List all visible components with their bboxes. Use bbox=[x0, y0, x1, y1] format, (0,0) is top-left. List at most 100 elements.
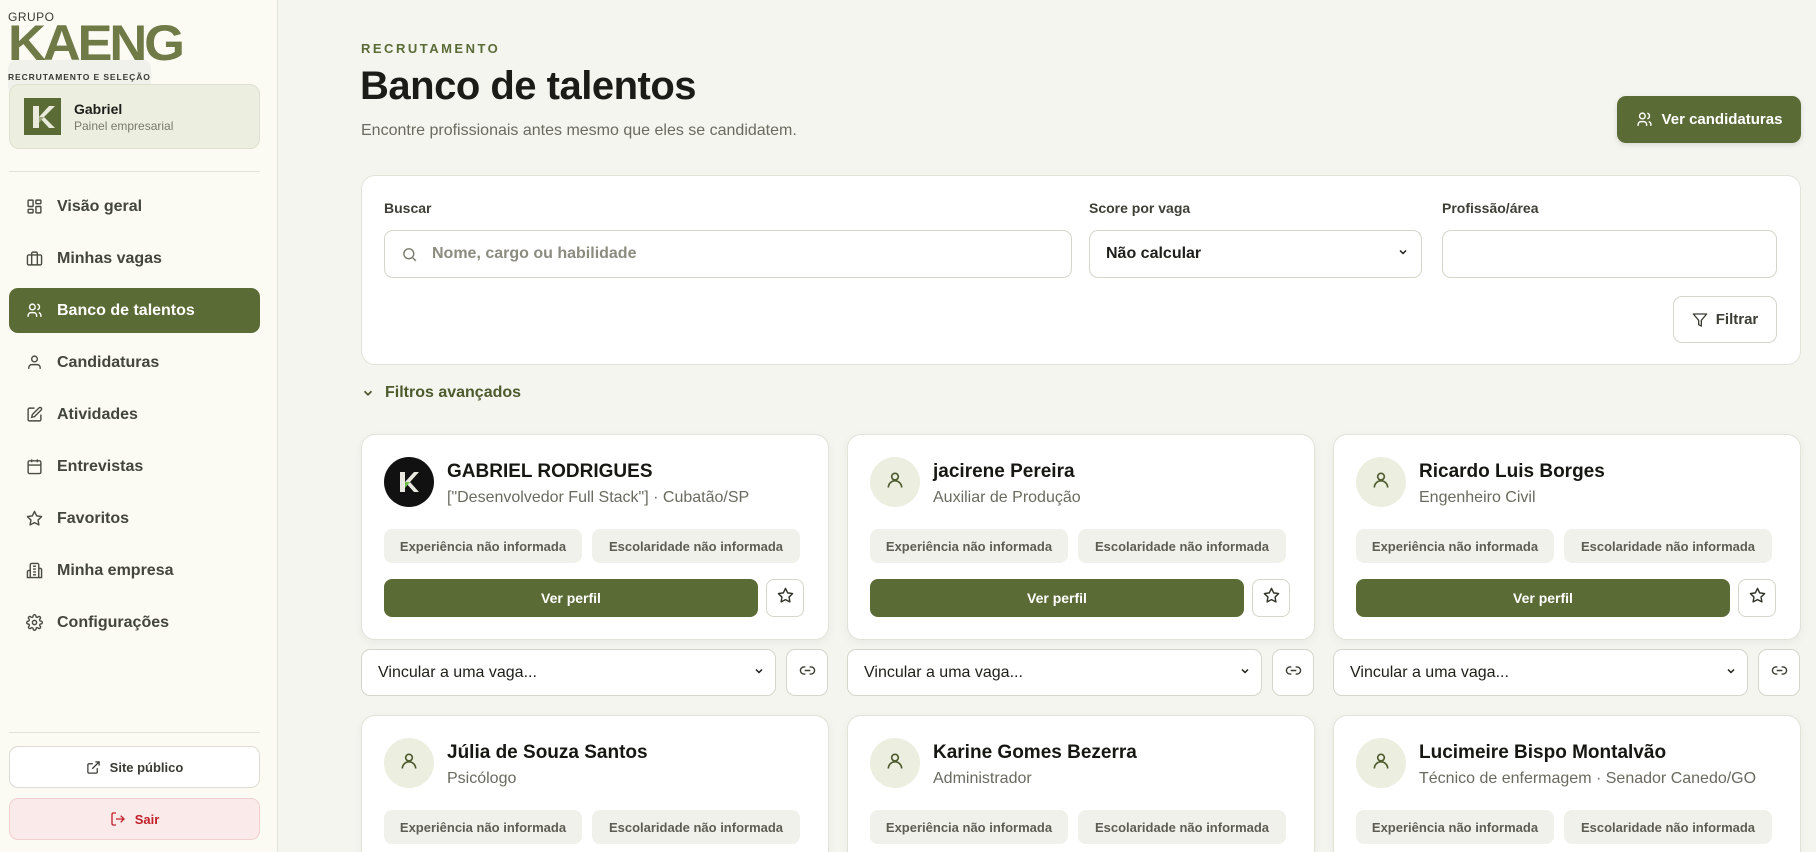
link-job-select[interactable]: Vincular a uma vaga... bbox=[1333, 649, 1748, 696]
experience-badge: Experiência não informada bbox=[1356, 810, 1554, 844]
public-site-button[interactable]: Site público bbox=[9, 746, 260, 788]
link-icon bbox=[1771, 662, 1788, 684]
link-job-button[interactable] bbox=[1272, 649, 1314, 696]
public-site-label: Site público bbox=[109, 759, 184, 775]
chevron-down-icon bbox=[753, 664, 765, 682]
candidate-name[interactable]: Ricardo Luis Borges bbox=[1419, 461, 1605, 483]
user-icon bbox=[399, 751, 419, 776]
view-profile-button[interactable]: Ver perfil bbox=[1356, 579, 1730, 617]
chevron-down-icon bbox=[1725, 664, 1737, 682]
score-select[interactable]: Não calcular bbox=[1089, 230, 1422, 278]
candidate-name[interactable]: GABRIEL RODRIGUES bbox=[447, 461, 653, 483]
company-avatar bbox=[24, 98, 61, 135]
candidate-name[interactable]: Júlia de Souza Santos bbox=[447, 742, 648, 764]
calendar-icon bbox=[25, 458, 43, 476]
sidebar-item-label: Atividades bbox=[57, 405, 138, 423]
candidate-avatar[interactable] bbox=[870, 457, 920, 507]
score-select-value: Não calcular bbox=[1106, 245, 1202, 262]
education-badge: Escolaridade não informada bbox=[1078, 810, 1286, 844]
user-card[interactable]: Gabriel Painel empresarial bbox=[9, 84, 260, 149]
candidate-avatar[interactable] bbox=[1356, 457, 1406, 507]
search-icon bbox=[401, 246, 418, 263]
sidebar-item-label: Configurações bbox=[57, 613, 170, 631]
link-job-select-value: Vincular a uma vaga... bbox=[864, 663, 1023, 681]
logout-icon bbox=[110, 811, 126, 827]
area-input[interactable] bbox=[1442, 230, 1777, 278]
chevron-down-icon bbox=[361, 386, 375, 400]
user-icon bbox=[25, 354, 43, 372]
candidate-avatar[interactable] bbox=[384, 457, 434, 507]
building-icon bbox=[25, 562, 43, 580]
link-job-select[interactable]: Vincular a uma vaga... bbox=[361, 649, 776, 696]
sidebar-item-label: Favoritos bbox=[57, 509, 130, 527]
filter-button[interactable]: Filtrar bbox=[1673, 296, 1777, 343]
candidate-name[interactable]: Karine Gomes Bezerra bbox=[933, 742, 1137, 764]
education-badge: Escolaridade não informada bbox=[592, 810, 800, 844]
logout-button[interactable]: Sair bbox=[9, 798, 260, 840]
candidate-card: Júlia de Souza Santos Psicólogo Experiên… bbox=[361, 715, 829, 852]
sidebar-item-atividades[interactable]: Atividades bbox=[9, 392, 260, 437]
candidate-name[interactable]: Lucimeire Bispo Montalvão bbox=[1419, 742, 1666, 764]
sidebar-item-label: Entrevistas bbox=[57, 457, 144, 475]
view-profile-button[interactable]: Ver perfil bbox=[870, 579, 1244, 617]
advanced-filters-toggle[interactable]: Filtros avançados bbox=[361, 384, 521, 402]
search-input[interactable] bbox=[432, 245, 1032, 263]
sidebar-item-banco-de-talentos[interactable]: Banco de talentos bbox=[9, 288, 260, 333]
experience-badge: Experiência não informada bbox=[870, 529, 1068, 563]
logo-wordmark: KAENG bbox=[8, 15, 185, 71]
logout-label: Sair bbox=[134, 811, 160, 827]
user-icon bbox=[885, 751, 905, 776]
link-job-button[interactable] bbox=[786, 649, 828, 696]
gear-icon bbox=[25, 614, 43, 632]
candidate-info: Psicólogo bbox=[447, 770, 517, 787]
user-role: Painel empresarial bbox=[74, 119, 174, 133]
search-field[interactable] bbox=[384, 230, 1072, 278]
education-badge: Escolaridade não informada bbox=[592, 529, 800, 563]
star-icon bbox=[1263, 587, 1280, 609]
candidate-card: Karine Gomes Bezerra Administrador Exper… bbox=[847, 715, 1315, 852]
view-applications-label: Ver candidaturas bbox=[1661, 111, 1783, 128]
view-applications-button[interactable]: Ver candidaturas bbox=[1617, 96, 1801, 143]
link-job-select[interactable]: Vincular a uma vaga... bbox=[847, 649, 1262, 696]
sidebar-item-candidaturas[interactable]: Candidaturas bbox=[9, 340, 260, 385]
favorite-button[interactable] bbox=[1252, 579, 1290, 617]
sidebar-item-entrevistas[interactable]: Entrevistas bbox=[9, 444, 260, 489]
kaeng-logo[interactable]: GRUPO KAENG RECRUTAMENTO E SELEÇÃO bbox=[8, 10, 185, 94]
link-job-select-value: Vincular a uma vaga... bbox=[378, 663, 537, 681]
sidebar-item-configuracoes[interactable]: Configurações bbox=[9, 600, 260, 645]
link-job-select-value: Vincular a uma vaga... bbox=[1350, 663, 1509, 681]
score-label: Score por vaga bbox=[1089, 200, 1191, 216]
candidate-name[interactable]: jacirene Pereira bbox=[933, 461, 1075, 483]
candidate-info: Administrador bbox=[933, 770, 1032, 787]
sidebar-item-label: Candidaturas bbox=[57, 353, 160, 371]
page-title: Banco de talentos bbox=[360, 64, 697, 108]
experience-badge: Experiência não informada bbox=[384, 529, 582, 563]
education-badge: Escolaridade não informada bbox=[1564, 529, 1772, 563]
sidebar-item-minhas-vagas[interactable]: Minhas vagas bbox=[9, 236, 260, 281]
user-icon bbox=[885, 470, 905, 495]
filter-button-label: Filtrar bbox=[1715, 311, 1759, 328]
divider bbox=[9, 732, 260, 733]
candidate-avatar[interactable] bbox=[384, 738, 434, 788]
sidebar-item-favoritos[interactable]: Favoritos bbox=[9, 496, 260, 541]
link-job-button[interactable] bbox=[1758, 649, 1800, 696]
candidate-avatar[interactable] bbox=[870, 738, 920, 788]
area-label: Profissão/área bbox=[1442, 200, 1539, 216]
favorite-button[interactable] bbox=[766, 579, 804, 617]
candidate-card: Ricardo Luis Borges Engenheiro Civil Exp… bbox=[1333, 434, 1801, 640]
candidate-avatar[interactable] bbox=[1356, 738, 1406, 788]
briefcase-icon bbox=[25, 250, 43, 268]
candidate-info: Técnico de enfermagem · Senador Canedo/G… bbox=[1419, 770, 1757, 787]
sidebar-item-minha-empresa[interactable]: Minha empresa bbox=[9, 548, 260, 593]
edit-icon bbox=[25, 406, 43, 424]
sidebar-item-visao-geral[interactable]: Visão geral bbox=[9, 184, 260, 229]
sidebar-item-label: Minhas vagas bbox=[57, 249, 162, 267]
view-profile-button[interactable]: Ver perfil bbox=[384, 579, 758, 617]
section-eyebrow: RECRUTAMENTO bbox=[361, 41, 501, 56]
filter-panel: Buscar Score por vaga Não calcular Profi… bbox=[361, 175, 1801, 365]
chevron-down-icon bbox=[1239, 664, 1251, 682]
candidate-card: GABRIEL RODRIGUES ["Desenvolvedor Full S… bbox=[361, 434, 829, 640]
star-icon bbox=[777, 587, 794, 609]
favorite-button[interactable] bbox=[1738, 579, 1776, 617]
sidebar-item-label: Minha empresa bbox=[57, 561, 174, 579]
